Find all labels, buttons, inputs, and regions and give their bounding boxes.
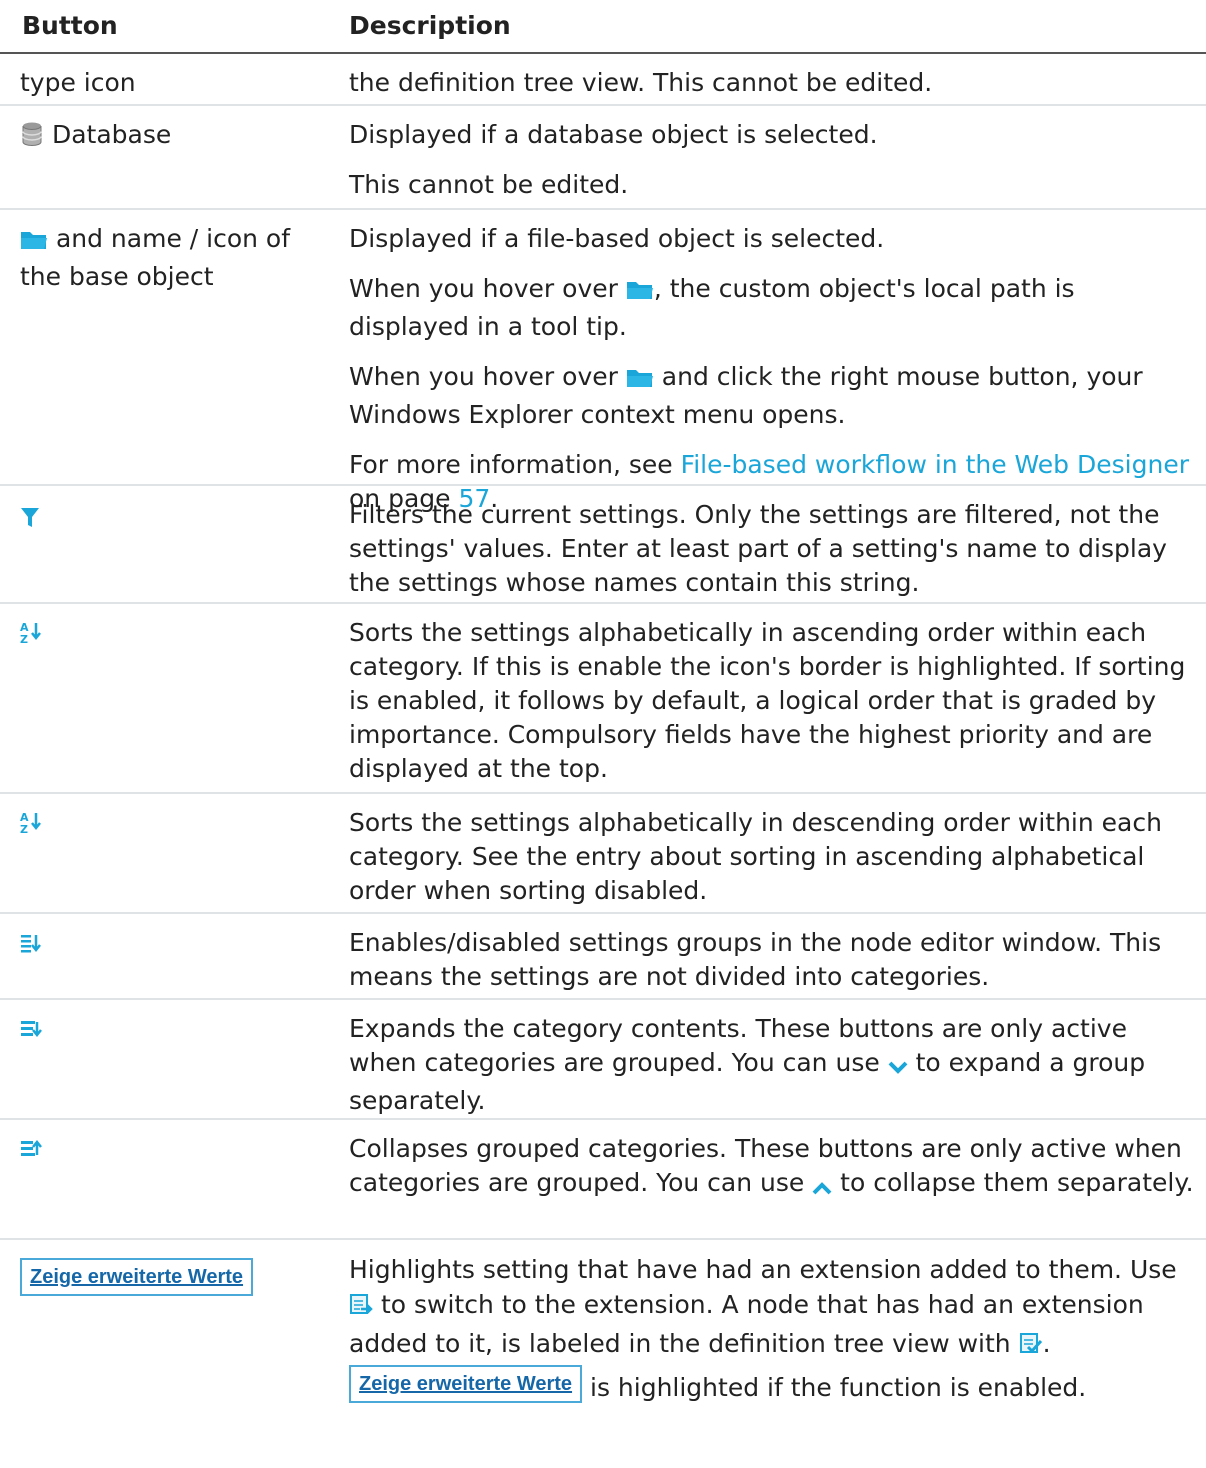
- folder-icon: [626, 364, 654, 398]
- table-row: Expands the category contents. These but…: [0, 1000, 1206, 1120]
- file-based-workflow-link[interactable]: File-based workflow in the Web Designer: [681, 450, 1189, 479]
- button-cell: A Z: [20, 806, 320, 844]
- description-text: Expands the category contents. These but…: [349, 1012, 1194, 1118]
- description-text: Filters the current settings. Only the s…: [349, 500, 1167, 597]
- text-span: When you hover over: [349, 274, 626, 303]
- zeige-erweiterte-werte-button[interactable]: Zeige erweiterte Werte: [20, 1258, 254, 1296]
- description-text: This cannot be edited.: [349, 170, 629, 199]
- svg-text:Z: Z: [20, 633, 28, 645]
- description-cell: Filters the current settings. Only the s…: [349, 486, 1194, 600]
- table-row: type icon the definition tree view. This…: [0, 54, 1206, 106]
- description-text: Sorts the settings alphabetically in des…: [349, 808, 1162, 905]
- table-row: Database Displayed if a database object …: [0, 106, 1206, 210]
- description-text: Displayed if a file-based object is sele…: [349, 224, 885, 253]
- table-header: Button Description: [0, 0, 1206, 54]
- description-cell: Collapses grouped categories. These butt…: [349, 1120, 1194, 1204]
- chevron-up-icon: [812, 1170, 832, 1204]
- button-cell: [20, 500, 320, 538]
- group-icon[interactable]: [20, 930, 42, 964]
- database-icon: [20, 121, 44, 156]
- extension-node-icon: [1019, 1330, 1043, 1365]
- table-row: A Z Sorts the settings alphabetically in…: [0, 604, 1206, 794]
- expand-all-icon[interactable]: [20, 1016, 42, 1050]
- filter-icon[interactable]: [20, 504, 40, 538]
- database-label: Database: [51, 120, 172, 149]
- description-cell: Sorts the settings alphabetically in des…: [349, 794, 1194, 908]
- description-cell: Sorts the settings alphabetically in asc…: [349, 604, 1194, 786]
- collapse-all-icon[interactable]: [20, 1136, 42, 1170]
- header-description: Description: [349, 11, 511, 40]
- description-cell: Displayed if a database object is select…: [349, 106, 1194, 202]
- description-cell: Displayed if a file-based object is sele…: [349, 210, 1194, 516]
- description-text: Displayed if a database object is select…: [349, 120, 878, 149]
- chevron-down-icon: [888, 1050, 908, 1084]
- button-cell: and name / icon of the base object: [20, 222, 320, 294]
- table-row: A Z Sorts the settings alphabetically in…: [0, 794, 1206, 914]
- svg-text:Z: Z: [20, 823, 28, 835]
- sort-ascending-icon[interactable]: A Z: [20, 620, 42, 654]
- description-text: When you hover over and click the right …: [349, 360, 1194, 432]
- description-cell: Enables/disabled settings groups in the …: [349, 914, 1194, 994]
- document-table: Button Description type icon the definit…: [0, 0, 1206, 1440]
- file-object-label: and name / icon of the base object: [20, 224, 291, 291]
- description-text: When you hover over , the custom object'…: [349, 272, 1194, 344]
- table-row: and name / icon of the base object Displ…: [0, 210, 1206, 513]
- text-span: Highlights setting that have had an exte…: [349, 1255, 1177, 1284]
- button-cell: [20, 1132, 320, 1170]
- description-cell: Highlights setting that have had an exte…: [349, 1240, 1194, 1405]
- description-text: the definition tree view. This cannot be…: [349, 68, 933, 97]
- text-span: to collapse them separately.: [832, 1168, 1194, 1197]
- table-row: Collapses grouped categories. These butt…: [0, 1120, 1206, 1240]
- table-row: Filters the current settings. Only the s…: [0, 486, 1206, 604]
- description-text: Enables/disabled settings groups in the …: [349, 928, 1162, 991]
- button-cell: Database: [20, 118, 320, 156]
- text-span: .: [1042, 1329, 1051, 1358]
- table-row: Enables/disabled settings groups in the …: [0, 914, 1206, 1000]
- text-span: When you hover over: [349, 362, 626, 391]
- type-icon-label: type icon: [20, 68, 136, 97]
- description-text: Highlights setting that have had an exte…: [349, 1252, 1194, 1405]
- zeige-erweiterte-werte-inline-button[interactable]: Zeige erweiterte Werte: [349, 1365, 583, 1403]
- button-cell: type icon: [20, 66, 320, 100]
- description-text: Sorts the settings alphabetically in asc…: [349, 618, 1186, 783]
- folder-icon: [20, 226, 48, 260]
- button-cell: [20, 1012, 320, 1050]
- folder-icon: [626, 276, 654, 310]
- description-cell: Expands the category contents. These but…: [349, 1000, 1194, 1118]
- button-cell: A Z: [20, 616, 320, 654]
- text-span: For more information, see: [349, 450, 681, 479]
- header-button: Button: [22, 11, 118, 40]
- text-span: is highlighted if the function is enable…: [582, 1373, 1087, 1402]
- button-cell: [20, 926, 320, 964]
- table-row: Zeige erweiterte Werte Highlights settin…: [0, 1240, 1206, 1440]
- button-cell: Zeige erweiterte Werte: [20, 1258, 320, 1296]
- description-cell: the definition tree view. This cannot be…: [349, 54, 1194, 100]
- sort-descending-icon[interactable]: A Z: [20, 810, 42, 844]
- description-text: Collapses grouped categories. These butt…: [349, 1132, 1194, 1204]
- switch-extension-icon: [349, 1291, 373, 1326]
